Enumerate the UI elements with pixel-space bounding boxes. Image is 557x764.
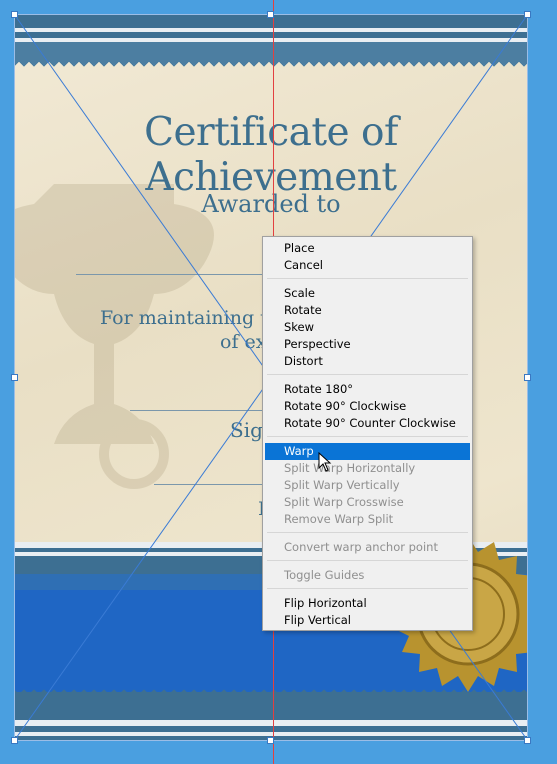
top-zigzag-trim bbox=[14, 60, 528, 70]
menu-item-place[interactable]: Place bbox=[265, 240, 470, 257]
menu-separator bbox=[267, 436, 468, 437]
menu-item-convert-warp-anchor-point[interactable]: Convert warp anchor point bbox=[265, 539, 470, 556]
menu-item-skew[interactable]: Skew bbox=[265, 319, 470, 336]
awarded-to-text: Awarded to bbox=[201, 190, 341, 218]
menu-item-warp[interactable]: Warp bbox=[265, 443, 470, 460]
certificate-title: Certificate of Achievement bbox=[144, 110, 398, 200]
achievement-line-2: of ex bbox=[220, 331, 267, 353]
menu-item-scale[interactable]: Scale bbox=[265, 285, 470, 302]
menu-item-cancel[interactable]: Cancel bbox=[265, 257, 470, 274]
menu-item-split-warp-vertically[interactable]: Split Warp Vertically bbox=[265, 477, 470, 494]
menu-item-split-warp-crosswise[interactable]: Split Warp Crosswise bbox=[265, 494, 470, 511]
menu-item-distort[interactable]: Distort bbox=[265, 353, 470, 370]
menu-item-flip-vertical[interactable]: Flip Vertical bbox=[265, 612, 470, 629]
menu-separator bbox=[267, 588, 468, 589]
menu-item-remove-warp-split[interactable]: Remove Warp Split bbox=[265, 511, 470, 528]
mouse-pointer-icon bbox=[318, 452, 332, 472]
transform-context-menu: Place Cancel Scale Rotate Skew Perspecti… bbox=[262, 236, 473, 631]
menu-item-rotate-180[interactable]: Rotate 180° bbox=[265, 381, 470, 398]
signature-label: Sig bbox=[230, 418, 263, 442]
menu-item-toggle-guides[interactable]: Toggle Guides bbox=[265, 567, 470, 584]
achievement-line-1: For maintaining t bbox=[100, 307, 268, 329]
menu-item-rotate-90-cw[interactable]: Rotate 90° Clockwise bbox=[265, 398, 470, 415]
menu-item-rotate-90-ccw[interactable]: Rotate 90° Counter Clockwise bbox=[265, 415, 470, 432]
menu-item-flip-horizontal[interactable]: Flip Horizontal bbox=[265, 595, 470, 612]
menu-separator bbox=[267, 278, 468, 279]
menu-separator bbox=[267, 374, 468, 375]
menu-item-rotate[interactable]: Rotate bbox=[265, 302, 470, 319]
menu-separator bbox=[267, 560, 468, 561]
menu-separator bbox=[267, 532, 468, 533]
menu-item-perspective[interactable]: Perspective bbox=[265, 336, 470, 353]
menu-item-split-warp-horizontally[interactable]: Split Warp Horizontally bbox=[265, 460, 470, 477]
